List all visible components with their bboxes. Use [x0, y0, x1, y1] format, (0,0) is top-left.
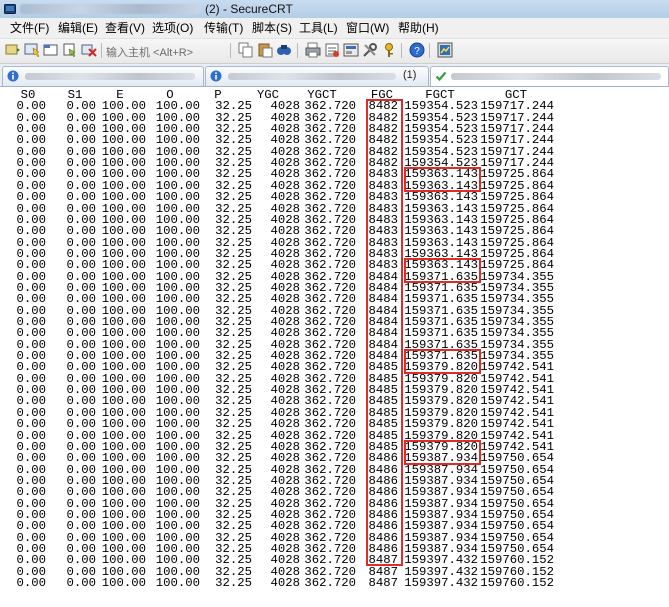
- toolbar: 输入主机 <Alt+R> ?: [0, 39, 669, 64]
- fgct-change-highlight: [404, 349, 481, 374]
- print-setup-icon[interactable]: [324, 42, 340, 58]
- redacted-tab-title: [451, 73, 661, 80]
- menu-script[interactable]: 脚本(S): [252, 18, 292, 38]
- toolbar-separator: [230, 43, 231, 58]
- paste-icon[interactable]: [257, 42, 273, 58]
- menu-tools[interactable]: 工具(L): [299, 18, 338, 38]
- menu-view[interactable]: 查看(V): [105, 18, 145, 38]
- toolbar-separator: [429, 43, 430, 58]
- sftp-icon[interactable]: [437, 42, 453, 58]
- redacted-tab-title: [228, 73, 396, 80]
- info-icon: [210, 70, 222, 82]
- redacted-tab-title: [25, 73, 195, 80]
- toolbar-separator: [297, 43, 298, 58]
- disconnect-icon[interactable]: [81, 42, 97, 58]
- session-tab-bar: (1): [0, 64, 669, 87]
- window-title: (2) - SecureCRT: [205, 2, 293, 16]
- menu-bar: 文件(F) 编辑(E) 查看(V) 选项(O) 传输(T) 脚本(S) 工具(L…: [0, 18, 669, 39]
- fgc-column-highlight: [366, 99, 403, 566]
- toolbar-separator: [101, 43, 102, 58]
- title-bar: (2) - SecureCRT: [0, 0, 669, 18]
- quick-connect-icon[interactable]: [24, 42, 40, 58]
- terminal-cell: 159397.432: [404, 576, 478, 591]
- menu-window[interactable]: 窗口(W): [346, 18, 389, 38]
- menu-options[interactable]: 选项(O): [152, 18, 193, 38]
- check-icon: [435, 71, 447, 82]
- terminal-cell: 159760.152: [480, 576, 554, 591]
- toolbar-separator: [401, 43, 402, 58]
- global-options-icon[interactable]: [362, 42, 378, 58]
- session-tab-3-active[interactable]: [430, 66, 669, 86]
- connect-in-tab-icon[interactable]: [43, 42, 59, 58]
- redacted-session-name: [20, 4, 200, 14]
- securecrt-app-icon: [4, 4, 16, 14]
- session-tab-2[interactable]: (1): [205, 66, 429, 86]
- tab-number: (1): [403, 69, 417, 81]
- session-options-icon[interactable]: [343, 42, 359, 58]
- quick-connect-input[interactable]: 输入主机 <Alt+R>: [106, 44, 193, 60]
- keymap-icon[interactable]: [381, 42, 397, 58]
- fgct-change-highlight: [404, 439, 481, 465]
- info-icon: [7, 70, 19, 82]
- fgct-change-highlight: [404, 167, 481, 193]
- help-icon[interactable]: ?: [409, 42, 425, 58]
- session-tab-1[interactable]: [2, 66, 204, 86]
- svg-text:?: ?: [414, 46, 420, 57]
- print-icon[interactable]: [305, 42, 321, 58]
- terminal-cell: 8487: [368, 576, 398, 591]
- terminal-output[interactable]: S0 S1 E O P YGC YGCT FGC FGCT GCT 0.00 0.00 100.00 10…: [0, 87, 669, 607]
- menu-help[interactable]: 帮助(H): [398, 18, 439, 38]
- copy-icon[interactable]: [238, 42, 254, 58]
- terminal-row: 0.00 0.00 100.00 100.00 32.25 4028 362.720 8487…: [0, 576, 669, 591]
- menu-transfer[interactable]: 传输(T): [204, 18, 243, 38]
- find-icon[interactable]: [276, 42, 292, 58]
- menu-edit[interactable]: 编辑(E): [58, 18, 98, 38]
- fgct-change-highlight: [404, 258, 481, 283]
- reconnect-icon[interactable]: [62, 42, 78, 58]
- connect-icon[interactable]: [5, 42, 21, 58]
- menu-file[interactable]: 文件(F): [10, 18, 49, 38]
